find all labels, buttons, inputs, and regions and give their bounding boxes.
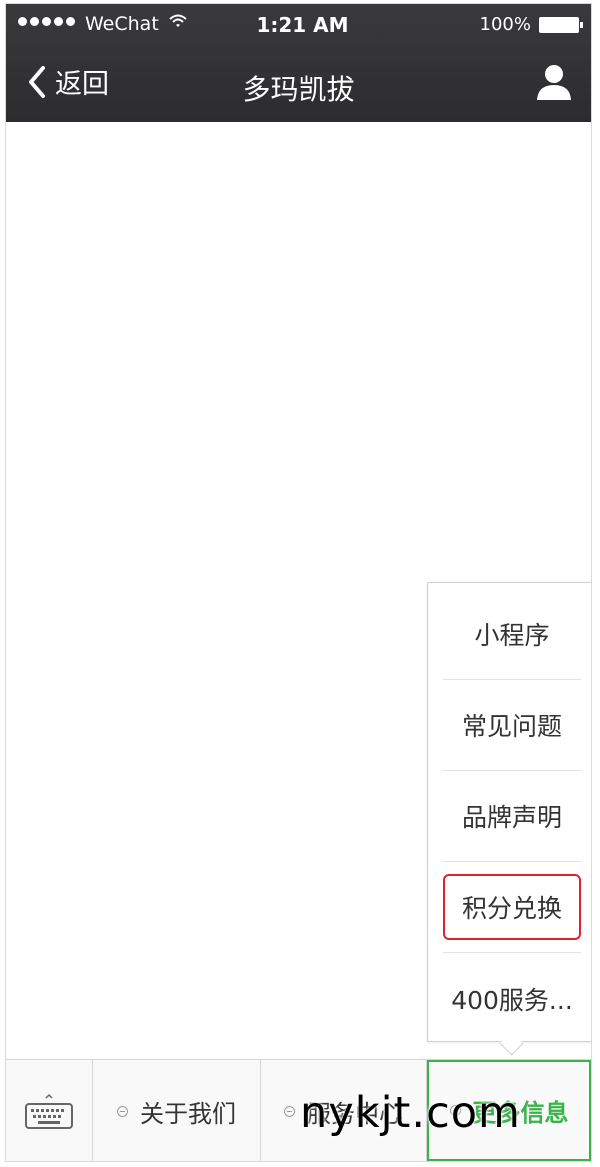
popup-item-mini-program[interactable]: 小程序 [443, 589, 581, 680]
status-bar: WeChat 1:21 AM 100% [6, 4, 591, 44]
keyboard-icon [25, 1093, 73, 1129]
more-info-popup-menu: 小程序 常见问题 品牌声明 积分兑换 400服务... [427, 582, 591, 1044]
submenu-indicator-icon [117, 1106, 128, 1117]
popup-item-faq[interactable]: 常见问题 [443, 680, 581, 771]
menu-about-us-label: 关于我们 [140, 1100, 236, 1128]
watermark-text: nykjt.com [300, 1088, 521, 1138]
battery-percentage: 100% [479, 14, 531, 35]
popup-item-points-wrapper: 积分兑换 [443, 862, 581, 953]
page: WeChat 1:21 AM 100% 返回 多玛凯拔 关于我们 服务中心 更多… [0, 0, 600, 1167]
popup-item-400-service[interactable]: 400服务... [443, 953, 581, 1044]
popup-item-brand-statement[interactable]: 品牌声明 [443, 771, 581, 862]
popup-item-points-exchange[interactable]: 积分兑换 [443, 874, 581, 940]
battery-icon [539, 17, 583, 33]
page-title: 多玛凯拔 [242, 73, 355, 106]
submenu-indicator-icon [284, 1106, 295, 1117]
phone-screen: WeChat 1:21 AM 100% 返回 多玛凯拔 关于我们 服务中心 更多… [5, 3, 592, 1162]
person-icon[interactable] [535, 63, 573, 101]
navigation-bar: 返回 多玛凯拔 [6, 44, 591, 122]
top-bar: WeChat 1:21 AM 100% 返回 多玛凯拔 [6, 4, 591, 122]
keyboard-toggle-button[interactable] [6, 1060, 93, 1161]
menu-about-us[interactable]: 关于我们 [93, 1060, 261, 1161]
